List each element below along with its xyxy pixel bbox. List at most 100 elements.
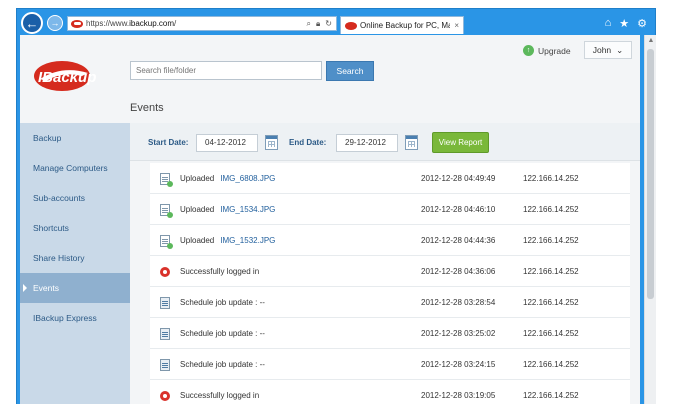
upgrade-link[interactable]: ↑ Upgrade	[523, 45, 571, 56]
event-ip: 122.166.14.252	[523, 267, 579, 276]
event-ip: 122.166.14.252	[523, 236, 579, 245]
gear-icon[interactable]: ⚙	[637, 17, 647, 30]
event-row: Schedule job update : -- 2012-12-28 03:2…	[150, 349, 630, 380]
sidebar-item-share-history[interactable]: Share History	[20, 243, 130, 273]
tab-title: Online Backup for PC, Mac ...	[360, 21, 450, 30]
calendar-icon[interactable]	[265, 135, 278, 150]
vertical-scrollbar[interactable]: ▲	[644, 35, 656, 404]
upgrade-label: Upgrade	[538, 45, 571, 56]
event-action: Uploaded	[180, 205, 215, 214]
event-timestamp: 2012-12-28 04:44:36	[421, 236, 496, 245]
arrow-right-icon: →	[50, 18, 60, 28]
event-timestamp: 2012-12-28 03:28:54	[421, 298, 496, 307]
event-description: Uploaded IMG_1532.JPG	[180, 236, 275, 245]
event-description: Schedule job update : --	[180, 360, 265, 369]
end-date-label: End Date:	[289, 138, 327, 147]
schedule-doc-icon	[160, 297, 170, 309]
event-ip: 122.166.14.252	[523, 298, 579, 307]
event-row: Schedule job update : -- 2012-12-28 03:2…	[150, 318, 630, 349]
event-description: Successfully logged in	[180, 267, 260, 276]
ibackup-logo[interactable]: IBackup	[32, 59, 124, 93]
logo-text: IBackup	[38, 69, 96, 86]
events-list: Uploaded IMG_6808.JPG 2012-12-28 04:49:49…	[150, 163, 630, 404]
view-report-button[interactable]: View Report	[432, 132, 489, 153]
event-description: Schedule job update : --	[180, 298, 265, 307]
event-row: Successfully logged in 2012-12-28 03:19:…	[150, 380, 630, 404]
event-timestamp: 2012-12-28 03:25:02	[421, 329, 496, 338]
url-prefix: https://www.	[86, 19, 130, 28]
event-row: Successfully logged in 2012-12-28 04:36:…	[150, 256, 630, 287]
event-timestamp: 2012-12-28 03:19:05	[421, 391, 496, 400]
sidebar-item-shortcuts[interactable]: Shortcuts	[20, 213, 130, 243]
upload-file-icon	[160, 204, 173, 218]
event-timestamp: 2012-12-28 04:36:06	[421, 267, 496, 276]
chevron-down-icon: ⌄	[616, 44, 624, 55]
event-file-link[interactable]: IMG_6808.JPG	[220, 174, 275, 183]
start-date-label: Start Date:	[148, 138, 189, 147]
ibackup-favicon-icon	[345, 21, 357, 30]
scrollbar-thumb[interactable]	[647, 49, 654, 299]
event-file-link[interactable]: IMG_1534.JPG	[220, 205, 275, 214]
event-timestamp: 2012-12-28 04:49:49	[421, 174, 496, 183]
start-date-input[interactable]: 04-12-2012	[196, 134, 258, 152]
url-host: ibackup.com	[129, 19, 175, 28]
search-icon[interactable]: ⌕	[307, 19, 311, 29]
event-action: Uploaded	[180, 236, 215, 245]
arrow-left-icon: ←	[25, 15, 39, 31]
event-description: Schedule job update : --	[180, 329, 265, 338]
address-bar-icons: ⌕ 🔒︎ ↻	[307, 19, 336, 29]
lock-icon[interactable]: 🔒︎	[316, 19, 320, 29]
browser-right-icons: ⌂ ★ ⚙	[605, 17, 647, 30]
back-button[interactable]: ←	[21, 12, 43, 34]
close-tab-icon[interactable]: ×	[454, 21, 459, 30]
calendar-icon[interactable]	[405, 135, 418, 150]
url-suffix: /	[174, 19, 177, 28]
event-ip: 122.166.14.252	[523, 329, 579, 338]
sidebar: Backup Manage Computers Sub-accounts Sho…	[20, 123, 130, 404]
home-icon[interactable]: ⌂	[605, 17, 612, 30]
user-name: John	[592, 45, 612, 55]
event-timestamp: 2012-12-28 04:46:10	[421, 205, 496, 214]
sidebar-item-manage-computers[interactable]: Manage Computers	[20, 153, 130, 183]
event-file-link[interactable]: IMG_1532.JPG	[220, 236, 275, 245]
ibackup-favicon-icon	[71, 19, 83, 28]
upload-file-icon	[160, 173, 173, 187]
event-row: Uploaded IMG_1532.JPG 2012-12-28 04:44:36…	[150, 225, 630, 256]
event-row: Uploaded IMG_1534.JPG 2012-12-28 04:46:10…	[150, 194, 630, 225]
address-bar[interactable]: https://www. ibackup.com / ⌕ 🔒︎ ↻	[67, 16, 337, 31]
browser-toolbar: ← → https://www. ibackup.com / ⌕ 🔒︎ ↻ Onli…	[17, 9, 655, 37]
event-description: Uploaded IMG_6808.JPG	[180, 174, 275, 183]
event-ip: 122.166.14.252	[523, 205, 579, 214]
browser-tab[interactable]: Online Backup for PC, Mac ... ×	[340, 16, 464, 34]
login-icon	[160, 391, 170, 401]
event-description: Uploaded IMG_1534.JPG	[180, 205, 275, 214]
search-button[interactable]: Search	[326, 61, 374, 81]
sidebar-item-backup[interactable]: Backup	[20, 123, 130, 153]
date-filter-bar: Start Date: 04-12-2012 End Date: 29-12-2…	[130, 123, 640, 161]
event-description: Successfully logged in	[180, 391, 260, 400]
search-input[interactable]	[130, 61, 322, 80]
sidebar-item-sub-accounts[interactable]: Sub-accounts	[20, 183, 130, 213]
schedule-doc-icon	[160, 359, 170, 371]
event-timestamp: 2012-12-28 03:24:15	[421, 360, 496, 369]
forward-button[interactable]: →	[47, 15, 63, 31]
event-ip: 122.166.14.252	[523, 391, 579, 400]
schedule-doc-icon	[160, 328, 170, 340]
scroll-up-icon[interactable]: ▲	[645, 35, 657, 47]
star-icon[interactable]: ★	[619, 17, 629, 30]
sidebar-item-events[interactable]: Events	[20, 273, 130, 303]
page-title: Events	[130, 102, 164, 114]
user-menu[interactable]: John ⌄	[584, 41, 632, 59]
login-icon	[160, 267, 170, 277]
event-ip: 122.166.14.252	[523, 174, 579, 183]
refresh-icon[interactable]: ↻	[325, 19, 332, 29]
upgrade-arrow-icon: ↑	[523, 45, 534, 56]
upload-file-icon	[160, 235, 173, 249]
page-viewport: IBackup Search ↑ Upgrade John ⌄ Events B…	[20, 35, 640, 404]
event-row: Schedule job update : -- 2012-12-28 03:2…	[150, 287, 630, 318]
event-row: Uploaded IMG_6808.JPG 2012-12-28 04:49:49…	[150, 163, 630, 194]
sidebar-item-ibackup-express[interactable]: IBackup Express	[20, 303, 130, 333]
event-action: Uploaded	[180, 174, 215, 183]
end-date-input[interactable]: 29-12-2012	[336, 134, 398, 152]
event-ip: 122.166.14.252	[523, 360, 579, 369]
